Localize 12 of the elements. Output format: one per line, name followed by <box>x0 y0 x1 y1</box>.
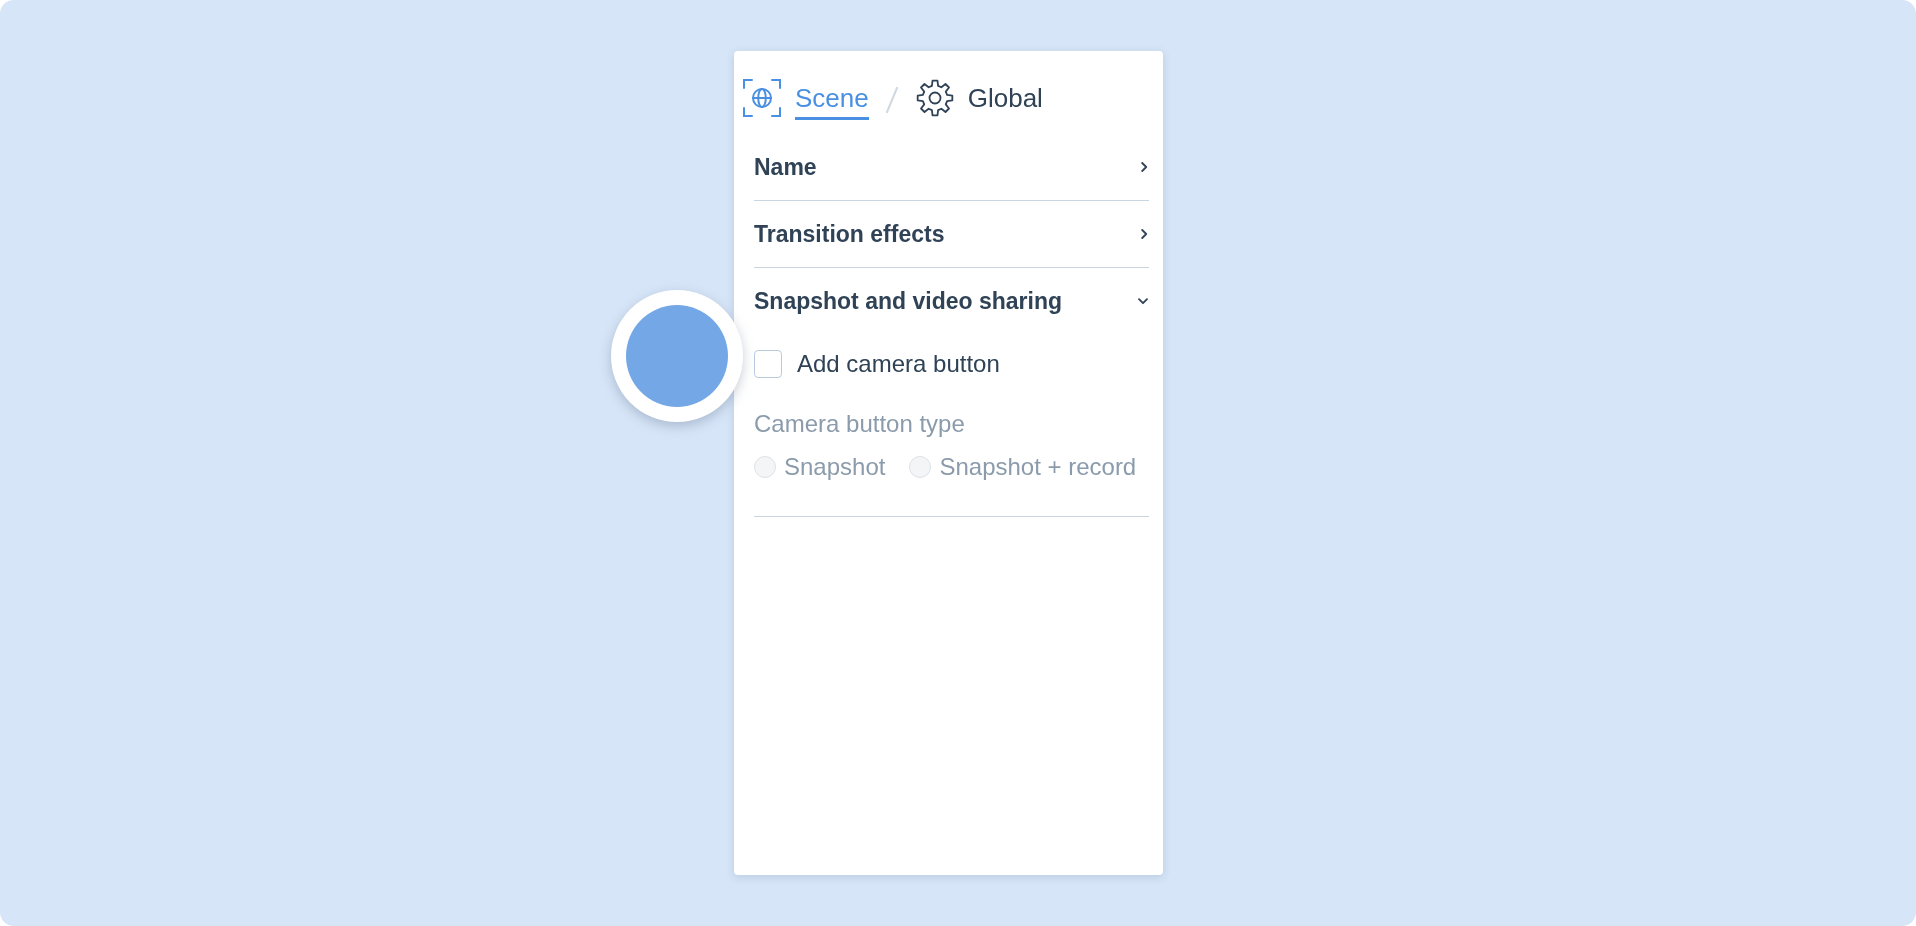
breadcrumb-separator <box>883 87 900 113</box>
accordion-header[interactable]: Snapshot and video sharing <box>754 268 1149 334</box>
radio-label: Snapshot <box>784 453 886 481</box>
radio-group-label: Camera button type <box>754 410 965 438</box>
accordion-header[interactable]: Name <box>754 134 1149 200</box>
radio-label: Snapshot + record <box>939 453 1137 481</box>
globe-frame-icon <box>743 79 781 117</box>
checkbox[interactable] <box>754 350 782 378</box>
checkbox-label: Add camera button <box>797 350 1000 378</box>
accordion-header[interactable]: Transition effects <box>754 201 1149 267</box>
breadcrumb-tab[interactable]: Global <box>915 79 1043 120</box>
gear-icon <box>915 79 954 117</box>
